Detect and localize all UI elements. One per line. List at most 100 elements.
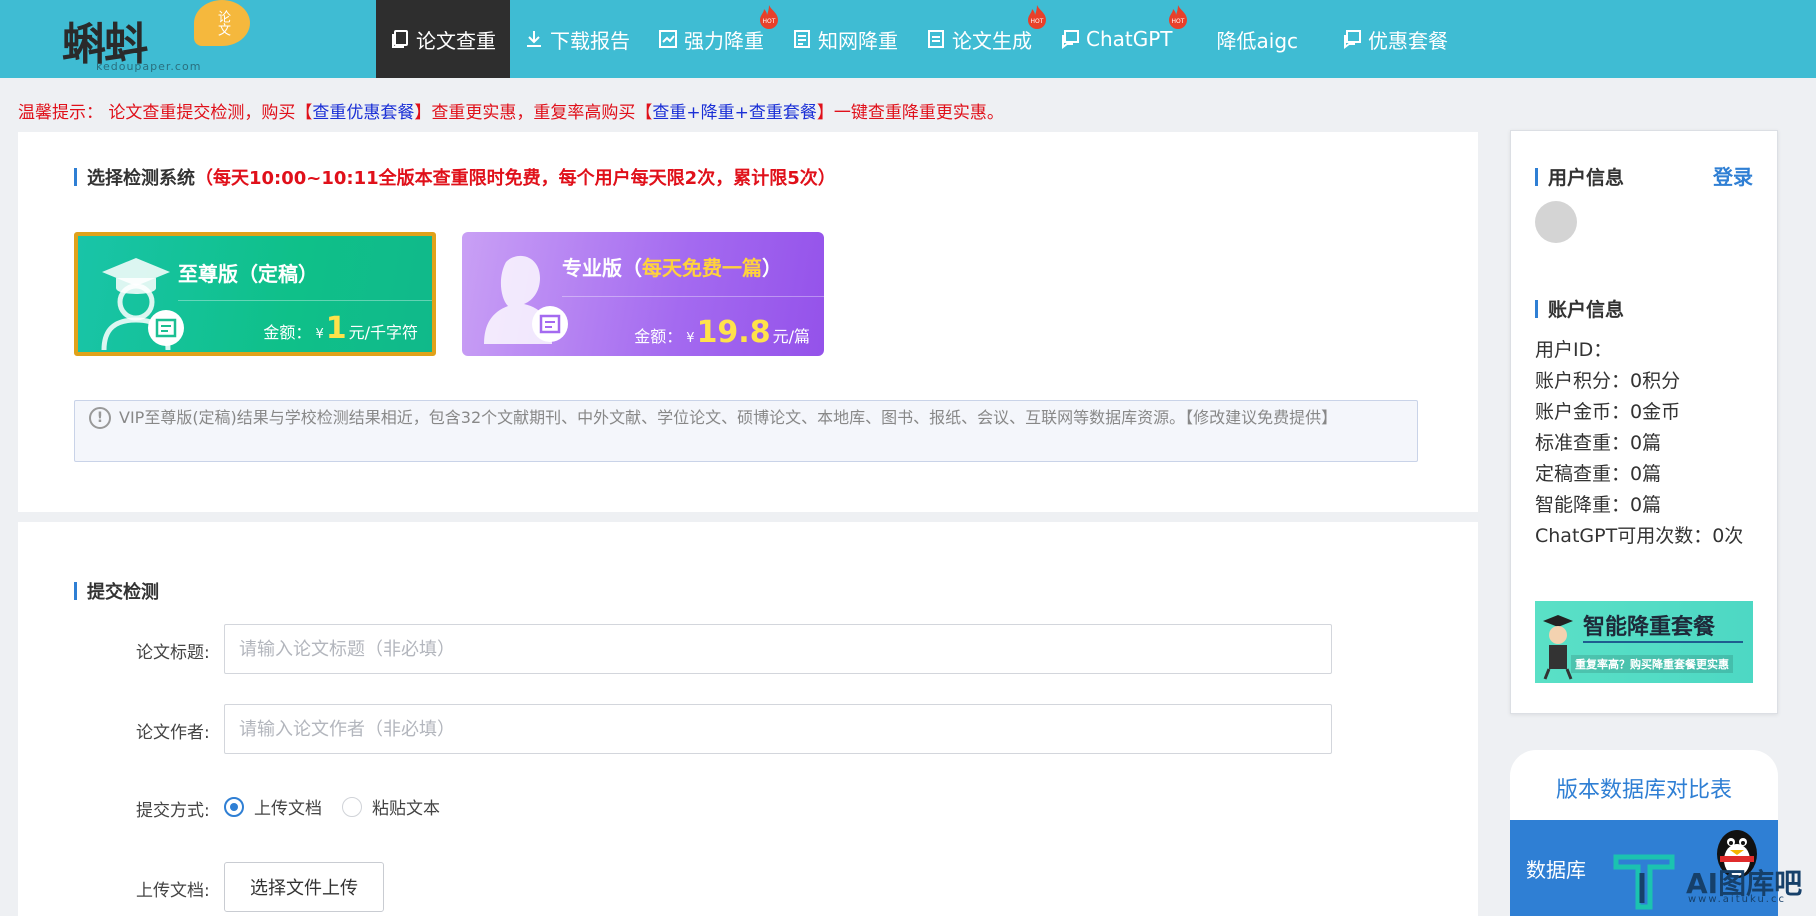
login-link[interactable]: 登录 (1713, 161, 1753, 190)
nav-label: 论文查重 (416, 28, 496, 53)
watermark-logo-icon (1613, 854, 1675, 910)
nav-label: 论文生成 (952, 28, 1032, 53)
avatar (1535, 201, 1577, 243)
notice-prefix: 温馨提示： 论文查重提交检测，购买【 (18, 103, 313, 123)
account-user-id: 用户ID： (1535, 339, 1613, 361)
compare-table-title: 版本数据库对比表 (1555, 778, 1732, 803)
radio-paste-text[interactable]: 粘贴文本 (342, 794, 440, 819)
logo-domain: kedoupaper.com (96, 60, 202, 73)
version-info-box: ! VIP至尊版(定稿)结果与学校检测结果相近，包含32个文献期刊、中外文献、学… (74, 400, 1418, 462)
nav-label: 知网降重 (818, 28, 898, 53)
upload-document-label: 上传文档: (136, 881, 210, 901)
radio-unchecked-icon (342, 796, 362, 817)
hot-fire-icon: HOT (1028, 5, 1046, 29)
chat-icon (1342, 29, 1362, 49)
radio-label: 粘贴文本 (372, 799, 440, 819)
notice-bar: 温馨提示： 论文查重提交检测，购买【查重优惠套餐】查重更实惠，重复率高购买【查重… (18, 98, 1004, 123)
user-sidebar: 用户信息 登录 账户信息 用户ID： 账户积分：0积分 账户金币：0金币 标准查… (1510, 130, 1778, 714)
nav-item-cnki-reduce[interactable]: 知网降重 (778, 0, 912, 78)
card-divider (562, 296, 824, 297)
card-name: 至尊版（定稿） (178, 262, 318, 286)
account-chatgpt-uses: ChatGPT可用次数：0次 (1535, 525, 1744, 547)
price-unit: 元/千字符 (348, 323, 418, 342)
free-promo-text: （每天10:00~10:11全版本查重限时免费，每个用户每天限2次，累计限5次） (195, 168, 836, 189)
chat-icon (1060, 29, 1080, 49)
nav-item-discount-package[interactable]: 优惠套餐 (1328, 0, 1462, 78)
document-list-icon (792, 29, 812, 49)
submit-method-label: 提交方式: (136, 801, 210, 821)
submit-method-radio-group: 上传文档 粘贴文本 (224, 794, 460, 819)
notice-link-check-package[interactable]: 查重优惠套餐 (312, 103, 414, 123)
logo-badge-text: 论文 (215, 10, 230, 36)
choose-file-upload-button[interactable]: 选择文件上传 (224, 862, 384, 912)
detection-system-title: 选择检测系统 （每天10:00~10:11全版本查重限时免费，每个用户每天限2次，… (74, 164, 836, 190)
document-copy-icon (390, 29, 410, 49)
account-standard-check: 标准查重：0篇 (1535, 432, 1662, 454)
nav-label: 优惠套餐 (1368, 28, 1449, 53)
version-card-professional[interactable]: 专业版（每天免费一篇） 金额： ¥ 19.8 元/篇 (462, 232, 824, 356)
nav-item-download-report[interactable]: 下载报告 (510, 0, 644, 78)
account-info-title: 账户信息 (1535, 295, 1624, 322)
submit-panel: 提交检测 论文标题: 论文作者: 提交方式: 上传文档 粘贴文本 上传文档: 选… (18, 522, 1478, 916)
column-header-database: 数据库 (1526, 858, 1586, 882)
smart-reduce-package-banner[interactable]: 智能降重套餐 重复率高？购买降重套餐更实惠 (1535, 601, 1753, 683)
nav-label: 降低aigc (1216, 28, 1299, 53)
svg-text:HOT: HOT (1171, 18, 1184, 25)
logo-badge: 论文 (194, 0, 250, 46)
watermark-url: www.aituku.cc (1688, 894, 1786, 905)
card-name-end: ） (762, 256, 782, 280)
submit-section-title: 提交检测 (74, 578, 159, 604)
banner-divider (1583, 641, 1743, 643)
card-divider (178, 300, 432, 301)
nav-item-chatgpt[interactable]: ChatGPT HOT (1046, 0, 1187, 78)
svg-text:HOT: HOT (763, 18, 776, 25)
card-name: 专业版（每天免费一篇） (562, 252, 782, 281)
paper-title-input[interactable] (224, 624, 1332, 674)
version-card-supreme[interactable]: 至尊版（定稿） 金额： ¥ 1 元/千字符 (74, 232, 436, 356)
radio-checked-icon (224, 796, 244, 817)
notice-suffix: 】一键查重降重更实惠。 (816, 103, 1004, 123)
banner-title: 智能降重套餐 (1583, 615, 1716, 640)
svg-text:HOT: HOT (1031, 18, 1044, 25)
price-label: 金额： (634, 327, 683, 346)
section-title-text: 用户信息 (1548, 167, 1625, 189)
nav-label: 强力降重 (684, 28, 764, 53)
user-info-title: 用户信息 (1535, 163, 1624, 190)
hot-fire-icon: HOT (1168, 5, 1187, 29)
card-name-text: 专业版（ (562, 256, 642, 280)
daily-free-text: 每天免费一篇 (642, 256, 762, 280)
exclamation-icon: ! (89, 407, 111, 429)
version-info-text: VIP至尊版(定稿)结果与学校检测结果相近，包含32个文献期刊、中外文献、学位论… (119, 408, 1338, 427)
price-value: 1 (325, 311, 347, 346)
nav-item-strong-reduce[interactable]: 强力降重 HOT (644, 0, 778, 78)
chart-icon (658, 29, 678, 49)
paper-author-input[interactable] (224, 704, 1332, 754)
nav-item-paper-generate[interactable]: 论文生成 HOT (912, 0, 1046, 78)
nav-label: ChatGPT (1086, 27, 1173, 51)
detection-system-panel: 选择检测系统 （每天10:00~10:11全版本查重限时免费，每个用户每天限2次，… (18, 132, 1478, 512)
banner-subtitle: 重复率高？购买降重套餐更实惠 (1571, 655, 1733, 673)
top-navigation-bar: 蝌蚪 论文 kedoupaper.com 论文查重 下载报告 强力降重 HOT … (0, 0, 1816, 78)
notice-middle: 】查重更实惠，重复率高购买【 (414, 103, 653, 123)
price-unit: 元/篇 (772, 327, 810, 346)
price-value: 19.8 (696, 315, 771, 350)
nav-item-paper-check[interactable]: 论文查重 (376, 0, 510, 78)
radio-upload-document[interactable]: 上传文档 (224, 794, 322, 819)
account-points: 账户积分：0积分 (1535, 370, 1681, 392)
card-price: 金额： ¥ 19.8 元/篇 (634, 315, 810, 350)
nav-item-reduce-aigc[interactable]: 降低aigc (1187, 0, 1329, 78)
paper-title-label: 论文标题: (136, 643, 210, 663)
radio-label: 上传文档 (254, 799, 322, 819)
download-icon (524, 29, 544, 49)
account-smart-reduce: 智能降重：0篇 (1535, 494, 1662, 516)
section-title-text: 选择检测系统 (87, 168, 195, 189)
notice-link-combo-package[interactable]: 查重+降重+查重套餐 (652, 103, 817, 123)
account-coins: 账户金币：0金币 (1535, 401, 1681, 423)
section-title-text: 账户信息 (1548, 299, 1625, 321)
section-title-text: 提交检测 (87, 582, 159, 603)
hot-fire-icon: HOT (760, 5, 778, 29)
paper-author-label: 论文作者: (136, 723, 210, 743)
watermark: AI图库吧 www.aituku.cc (1612, 848, 1816, 916)
currency-symbol: ¥ (686, 331, 695, 346)
site-logo[interactable]: 蝌蚪 论文 kedoupaper.com (58, 0, 258, 76)
